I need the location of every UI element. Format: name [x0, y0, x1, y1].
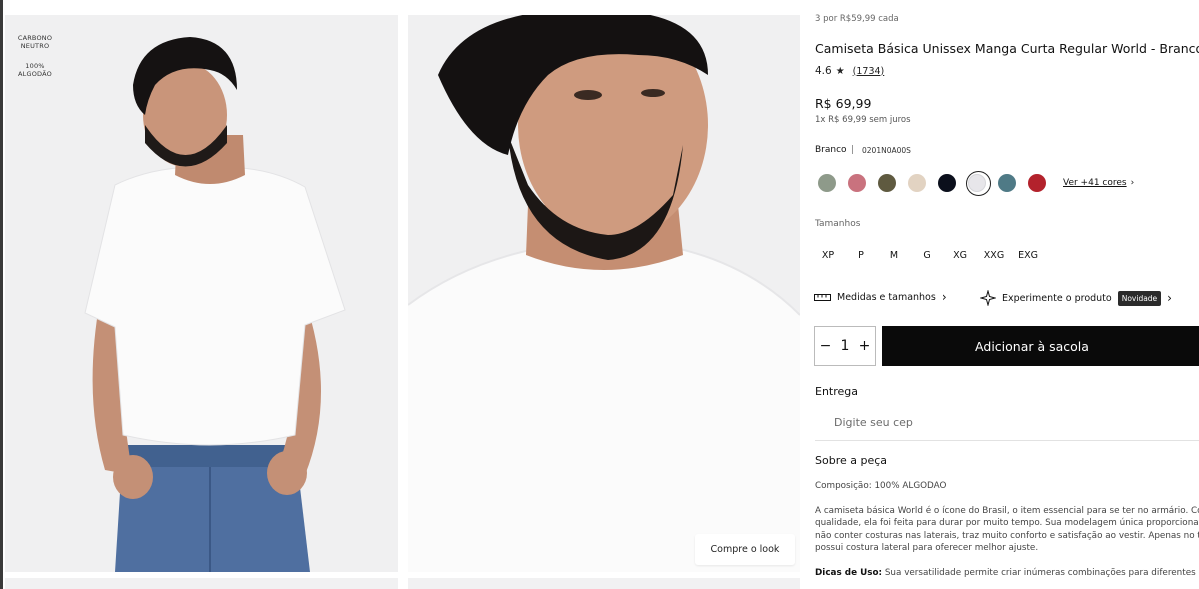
quantity-value: 1 [840, 338, 850, 354]
product-image-front[interactable]: CARBONO NEUTRO 100% ALGODÃO [5, 15, 398, 572]
usage-tips-label: Dicas de Uso: [815, 568, 883, 578]
review-count-link[interactable]: (1734) [853, 66, 885, 77]
size-option-xxg[interactable]: XXG [979, 250, 1009, 261]
selected-color-name: Branco [815, 145, 847, 155]
model-closeup-image [408, 15, 800, 572]
model-full-body-image [5, 15, 398, 572]
color-swatch[interactable] [1028, 174, 1046, 192]
size-option-xp[interactable]: XP [813, 250, 843, 261]
size-option-p[interactable]: P [846, 250, 876, 261]
size-option-exg[interactable]: EXG [1013, 250, 1043, 261]
size-option-g[interactable]: G [912, 250, 942, 261]
window-edge [0, 0, 3, 589]
product-title: Camiseta Básica Unissex Manga Curta Regu… [815, 41, 1199, 56]
about-title: Sobre a peça [815, 454, 888, 467]
selected-swatch-ring [966, 171, 991, 196]
sparkle-icon [980, 290, 996, 306]
rating-row[interactable]: 4.6 ★ (1734) [815, 65, 884, 77]
usage-tips: Dicas de Uso: Sua versatilidade permite … [815, 567, 1199, 580]
try-on-link[interactable]: Experimente o produto Novidade › [980, 290, 1172, 306]
decrease-quantity-button[interactable]: − [820, 338, 832, 354]
ruler-icon [814, 294, 831, 301]
description-line: qualidade, ela foi feita para durar por … [815, 518, 1199, 528]
color-swatch[interactable] [938, 174, 956, 192]
divider [815, 440, 1199, 441]
product-price: R$ 69,99 [815, 96, 872, 111]
sizes-label: Tamanhos [815, 219, 861, 229]
description-line: possui costura lateral para oferecer mel… [815, 543, 1039, 553]
delivery-title: Entrega [815, 385, 859, 398]
new-badge: Novidade [1117, 290, 1162, 306]
quantity-stepper[interactable]: − 1 + [814, 326, 876, 366]
size-guide-label: Medidas e tamanhos [837, 291, 936, 303]
shop-the-look-label: Compre o look [710, 544, 780, 555]
cep-input[interactable]: Digite seu cep [834, 416, 913, 429]
chevron-right-icon: › [941, 290, 947, 304]
rating-value: 4.6 [815, 65, 832, 77]
size-option-m[interactable]: M [879, 250, 909, 261]
promo-text: 3 por R$59,99 cada [815, 14, 899, 24]
usage-tips-text: Sua versatilidade permite criar inúmeras… [882, 568, 1199, 578]
color-swatch[interactable] [998, 174, 1016, 192]
product-image-closeup[interactable]: Compre o look [408, 15, 800, 572]
star-icon: ★ [835, 65, 845, 77]
badge-line: 100% [25, 62, 45, 70]
chevron-right-icon: › [1130, 178, 1135, 188]
more-colors-label: Ver +41 cores [1063, 178, 1127, 188]
gallery-thumbnail[interactable] [408, 578, 800, 589]
gallery-thumbnail[interactable] [5, 578, 398, 589]
size-option-xg[interactable]: XG [945, 250, 975, 261]
color-swatch[interactable] [818, 174, 836, 192]
color-swatch[interactable] [878, 174, 896, 192]
color-swatch[interactable] [908, 174, 926, 192]
shop-the-look-button[interactable]: Compre o look [695, 534, 795, 565]
size-guide-link[interactable]: Medidas e tamanhos › [814, 290, 947, 304]
chevron-right-icon: › [1167, 291, 1172, 305]
description-line: A camiseta básica World é o ícone do Bra… [815, 506, 1199, 516]
separator: | [851, 145, 855, 155]
installments-text: 1x R$ 69,99 sem juros [815, 115, 911, 125]
add-to-bag-button[interactable]: Adicionar à sacola [882, 326, 1199, 366]
product-sku: 0201N0A00S [862, 146, 911, 155]
more-colors-link[interactable]: Ver +41 cores › [1063, 178, 1134, 188]
badge-line: ALGODÃO [18, 70, 52, 78]
composition-text: Composição: 100% ALGODAO [815, 481, 947, 491]
cotton-badge: 100% ALGODÃO [15, 62, 55, 78]
color-swatch[interactable] [848, 174, 866, 192]
badge-line: CARBONO [17, 34, 53, 42]
add-to-bag-label: Adicionar à sacola [975, 338, 1089, 354]
badge-line: NEUTRO [20, 42, 50, 50]
carbon-neutral-badge: CARBONO NEUTRO [17, 34, 53, 50]
description-line: não conter costuras nas laterais, traz m… [815, 531, 1199, 541]
increase-quantity-button[interactable]: + [859, 338, 871, 354]
try-on-label: Experimente o produto [1002, 292, 1112, 304]
